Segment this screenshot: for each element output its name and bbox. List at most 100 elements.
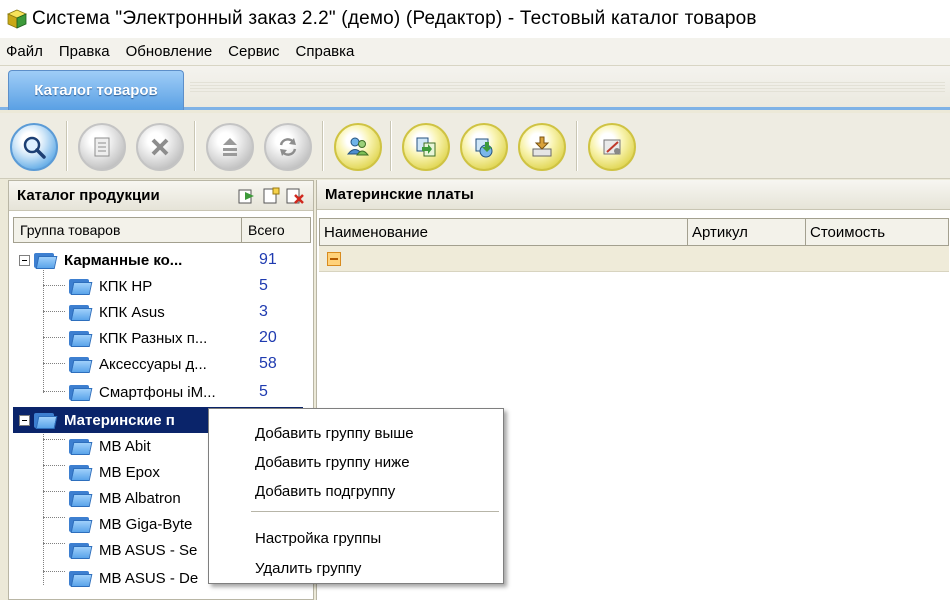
folder-icon bbox=[69, 463, 93, 481]
tab-catalog[interactable]: Каталог товаров bbox=[8, 70, 184, 110]
tree-row-label: Аксессуары д... bbox=[99, 355, 207, 373]
folder-open-icon bbox=[34, 411, 58, 429]
users-icon bbox=[346, 137, 370, 156]
catalog-tree-header: Группа товаров Всего bbox=[13, 217, 311, 243]
menu-item-add-subgroup[interactable]: Добавить подгруппу bbox=[255, 483, 395, 500]
column-header-total[interactable]: Всего bbox=[242, 218, 310, 242]
folder-icon bbox=[69, 515, 93, 533]
menu-divider bbox=[251, 511, 499, 513]
folder-icon bbox=[69, 489, 93, 507]
folder-icon bbox=[69, 355, 93, 373]
toolbar-separator bbox=[390, 121, 392, 171]
document-button[interactable] bbox=[78, 123, 126, 171]
tree-row-count: 5 bbox=[259, 277, 268, 294]
toolbar-separator bbox=[66, 121, 68, 171]
title-bar: Система "Электронный заказ 2.2" (демо) (… bbox=[0, 0, 950, 38]
delete-icon bbox=[151, 138, 169, 156]
column-header-name[interactable]: Наименование bbox=[320, 219, 688, 245]
tree-row-label: КПК Asus bbox=[99, 303, 165, 321]
window-title: Система "Электронный заказ 2.2" (демо) (… bbox=[32, 8, 757, 29]
tree-row-count: 3 bbox=[259, 303, 268, 320]
toolbar bbox=[0, 113, 950, 179]
catalog-panel-header: Каталог продукции bbox=[9, 181, 313, 211]
refresh-button[interactable] bbox=[264, 123, 312, 171]
import-icon bbox=[475, 138, 493, 158]
import-button[interactable] bbox=[460, 123, 508, 171]
menu-service[interactable]: Сервис bbox=[228, 43, 279, 60]
tree-row-label: MB ASUS - Se bbox=[99, 541, 198, 559]
export-button[interactable] bbox=[518, 123, 566, 171]
column-header-article[interactable]: Артикул bbox=[688, 219, 806, 245]
folder-icon bbox=[69, 329, 93, 347]
tree-row[interactable]: Смартфоны iM... 5 bbox=[13, 379, 311, 405]
products-panel-header: Материнские платы bbox=[317, 180, 950, 210]
tree-row-label: Материнские п bbox=[64, 411, 175, 429]
delete-button[interactable] bbox=[136, 123, 184, 171]
folder-icon bbox=[69, 383, 93, 401]
tree-row-label: MB Abit bbox=[99, 437, 151, 455]
tree-row-group[interactable]: Карманные ко... 91 bbox=[13, 247, 311, 273]
edit-group-icon[interactable] bbox=[261, 187, 281, 205]
tree-row-label: КПК HP bbox=[99, 277, 153, 295]
tree-row-label: MB Epox bbox=[99, 463, 160, 481]
menu-bar: Файл Правка Обновление Сервис Справка bbox=[0, 38, 950, 66]
catalog-panel-title: Каталог продукции bbox=[17, 187, 160, 204]
menu-update[interactable]: Обновление bbox=[126, 43, 213, 60]
tab-strip-hatch bbox=[190, 80, 945, 92]
settings-icon bbox=[603, 139, 621, 155]
settings-button[interactable] bbox=[588, 123, 636, 171]
remove-group-icon[interactable] bbox=[285, 187, 305, 205]
menu-file[interactable]: Файл bbox=[6, 43, 43, 60]
tree-row-count: 58 bbox=[259, 355, 277, 372]
tree-row[interactable]: КПК HP 5 bbox=[13, 273, 311, 299]
copy-button[interactable] bbox=[402, 123, 450, 171]
toolbar-separator bbox=[194, 121, 196, 171]
folder-icon bbox=[69, 569, 93, 587]
tree-row-label: Карманные ко... bbox=[64, 251, 183, 269]
context-menu: Добавить группу выше Добавить группу ниж… bbox=[208, 408, 504, 584]
tree-row[interactable]: Аксессуары д... 58 bbox=[13, 351, 311, 377]
folder-icon bbox=[69, 437, 93, 455]
users-button[interactable] bbox=[334, 123, 382, 171]
tab-strip: Каталог товаров bbox=[0, 66, 950, 110]
tree-row-label: MB ASUS - De bbox=[99, 569, 199, 587]
tree-row-label: MB Giga-Byte bbox=[99, 515, 193, 533]
products-panel-title: Материнские платы bbox=[325, 186, 474, 203]
menu-edit[interactable]: Правка bbox=[59, 43, 110, 60]
app-cube-icon bbox=[6, 8, 28, 30]
collapse-toggle[interactable] bbox=[19, 414, 30, 426]
column-header-price[interactable]: Стоимость bbox=[806, 219, 948, 245]
menu-item-add-group-below[interactable]: Добавить группу ниже bbox=[255, 454, 410, 471]
menu-help[interactable]: Справка bbox=[296, 43, 355, 60]
search-button[interactable] bbox=[10, 123, 58, 171]
toolbar-separator bbox=[576, 121, 578, 171]
folder-icon bbox=[69, 277, 93, 295]
tree-row-label: Смартфоны iM... bbox=[99, 383, 216, 401]
tree-row-count: 5 bbox=[259, 383, 268, 400]
document-icon bbox=[94, 137, 110, 157]
folder-open-icon bbox=[34, 251, 58, 269]
move-up-icon bbox=[223, 138, 237, 156]
row-collapse-icon[interactable] bbox=[327, 252, 341, 266]
tree-row-label: MB Albatron bbox=[99, 489, 181, 507]
collapse-toggle[interactable] bbox=[19, 254, 30, 266]
products-grid-row[interactable] bbox=[319, 246, 949, 272]
export-icon bbox=[532, 136, 552, 157]
menu-item-group-settings[interactable]: Настройка группы bbox=[255, 530, 381, 547]
tree-row[interactable]: КПК Разных п... 20 bbox=[13, 325, 311, 351]
add-group-icon[interactable] bbox=[237, 187, 257, 205]
menu-item-delete-group[interactable]: Удалить группу bbox=[255, 560, 361, 577]
copy-icon bbox=[416, 137, 436, 157]
menu-item-add-group-above[interactable]: Добавить группу выше bbox=[255, 425, 414, 442]
tree-row[interactable]: КПК Asus 3 bbox=[13, 299, 311, 325]
folder-icon bbox=[69, 303, 93, 321]
toolbar-separator bbox=[322, 121, 324, 171]
column-header-group[interactable]: Группа товаров bbox=[14, 218, 242, 242]
move-up-button[interactable] bbox=[206, 123, 254, 171]
products-grid-header: Наименование Артикул Стоимость bbox=[319, 218, 949, 246]
refresh-icon bbox=[279, 138, 297, 156]
search-icon bbox=[23, 136, 46, 159]
tree-row-count: 91 bbox=[259, 251, 277, 268]
folder-icon bbox=[69, 541, 93, 559]
tree-row-count: 20 bbox=[259, 329, 277, 346]
